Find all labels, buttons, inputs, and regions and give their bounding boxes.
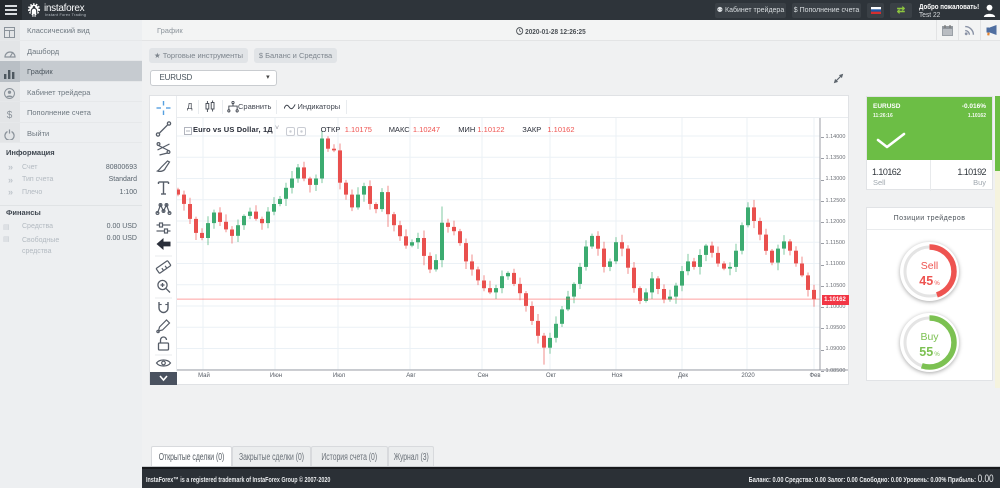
svg-text:$: $ [7,110,13,120]
